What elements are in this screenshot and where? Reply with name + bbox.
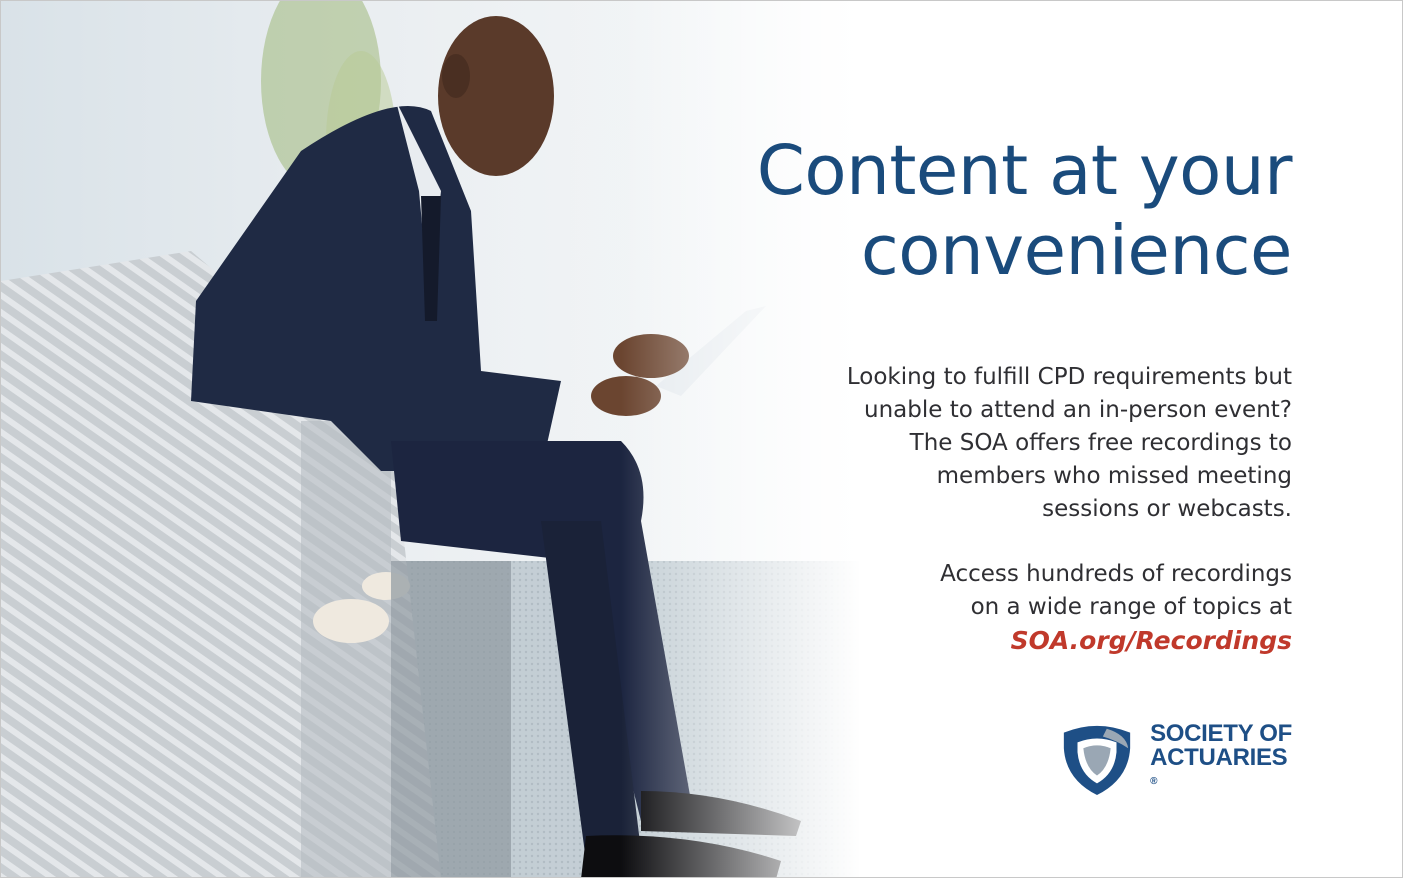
logo-line-2-text: ACTUARIES — [1150, 744, 1288, 771]
recordings-link[interactable]: SOA.org/Recordings — [652, 624, 1292, 657]
paragraph-2-line: on a wide range of topics at — [970, 594, 1292, 620]
paragraph-1-line: unable to attend an in-person event? — [864, 397, 1292, 423]
paragraph-1-line: Looking to fulfill CPD requirements but — [846, 364, 1292, 390]
registered-mark: ® — [1150, 776, 1158, 787]
paragraph-1-line: The SOA offers free recordings to — [909, 430, 1292, 456]
paragraph-1: Looking to fulfill CPD requirements but … — [652, 361, 1292, 526]
logo-wordmark: SOCIETY OF ACTUARIES ® — [1150, 722, 1292, 794]
headline-line-2: convenience — [860, 211, 1293, 291]
soa-logo: SOCIETY OF ACTUARIES ® — [1058, 719, 1292, 797]
logo-line-2: ACTUARIES ® — [1150, 746, 1292, 794]
body-copy: Looking to fulfill CPD requirements but … — [652, 361, 1292, 657]
headline: Content at your convenience — [652, 131, 1293, 291]
advertisement: Content at your convenience Looking to f… — [0, 0, 1403, 878]
paragraph-2: Access hundreds of recordings on a wide … — [652, 558, 1292, 657]
shield-icon — [1063, 725, 1131, 796]
headline-line-1: Content at your — [756, 131, 1293, 211]
ad-copy: Content at your convenience Looking to f… — [652, 131, 1293, 657]
paragraph-1-line: sessions or webcasts. — [1042, 496, 1292, 522]
logo-line-1: SOCIETY OF — [1150, 720, 1292, 747]
paragraph-1-line: members who missed meeting — [936, 463, 1292, 489]
paragraph-2-line: Access hundreds of recordings — [940, 561, 1292, 587]
